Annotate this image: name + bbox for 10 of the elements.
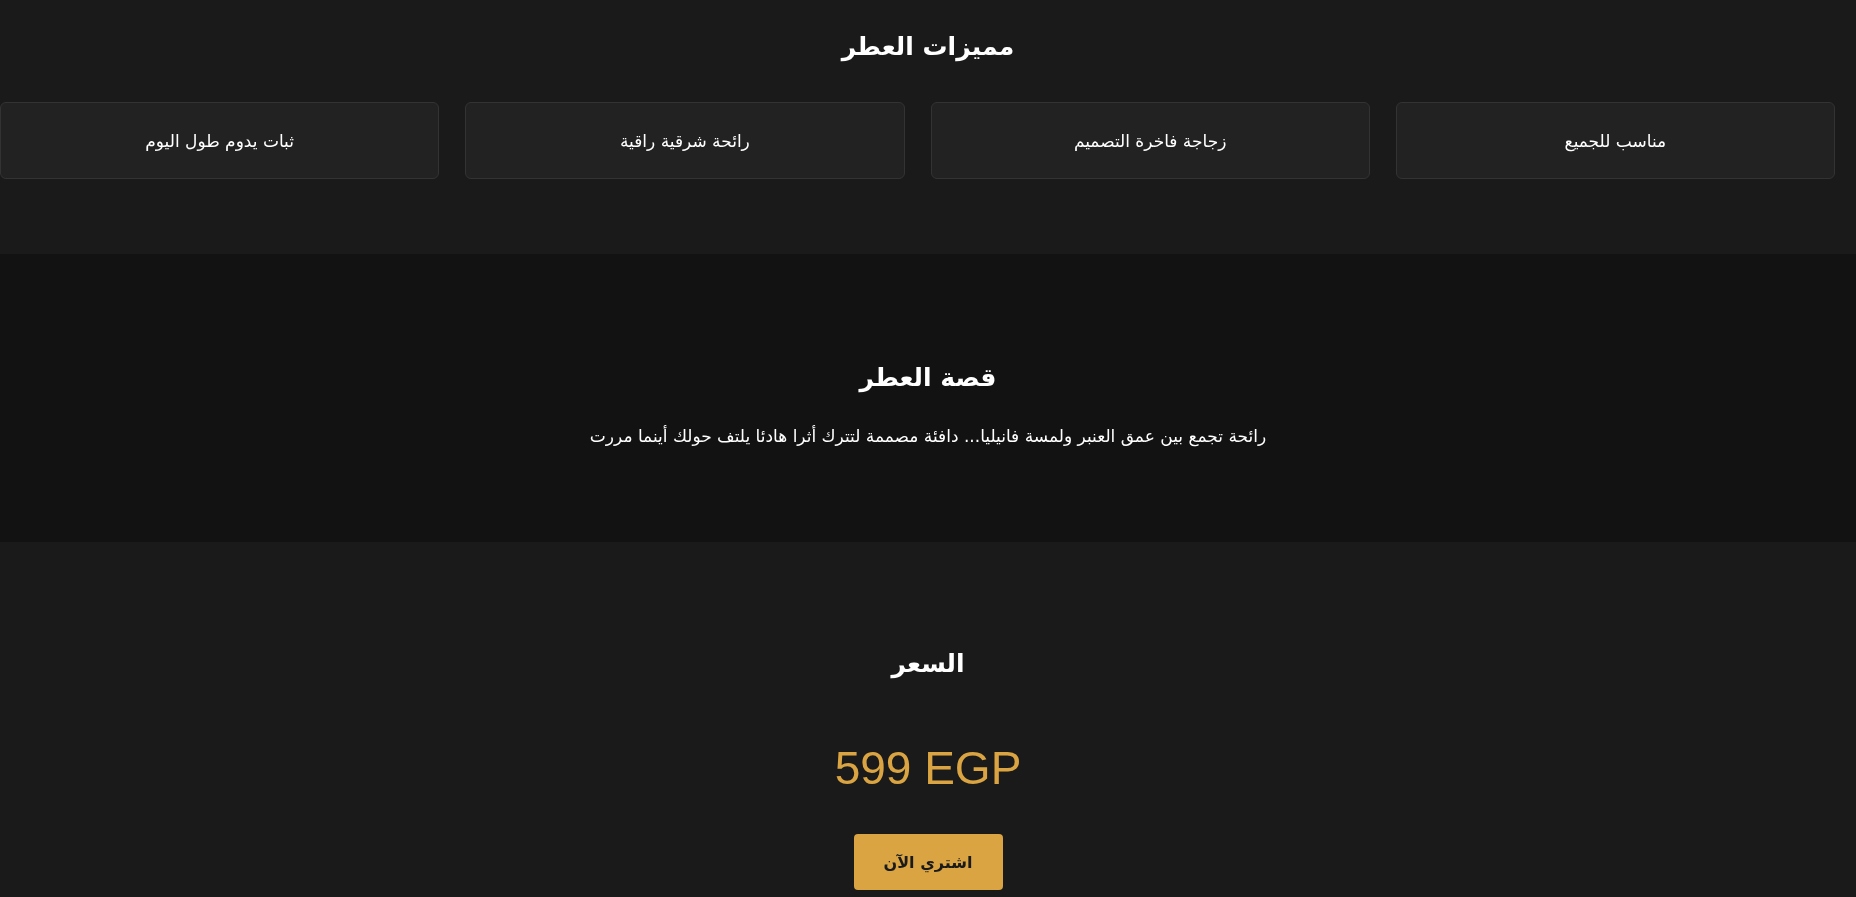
price-amount: 599 EGP bbox=[834, 741, 1022, 796]
section-title: السعر bbox=[891, 648, 965, 681]
section-title: مميزات العطر bbox=[841, 31, 1015, 64]
story-text: رائحة تجمع بين عمق العنبر ولمسة فانيليا... دافئة مصممة لتترك أثرا هادئا يلتف حولك أينما مررت bbox=[589, 424, 1267, 449]
feature-card: ثبات يدوم طول اليوم bbox=[0, 102, 440, 179]
feature-card: زجاجة فاخرة التصميم bbox=[930, 102, 1370, 179]
section-title: قصة العطر bbox=[859, 362, 997, 395]
feature-card: مناسب للجميع bbox=[1395, 102, 1835, 179]
feature-card: رائحة شرقية راقية bbox=[465, 102, 905, 179]
buy-now-button[interactable]: اشتري الآن bbox=[853, 834, 1003, 890]
